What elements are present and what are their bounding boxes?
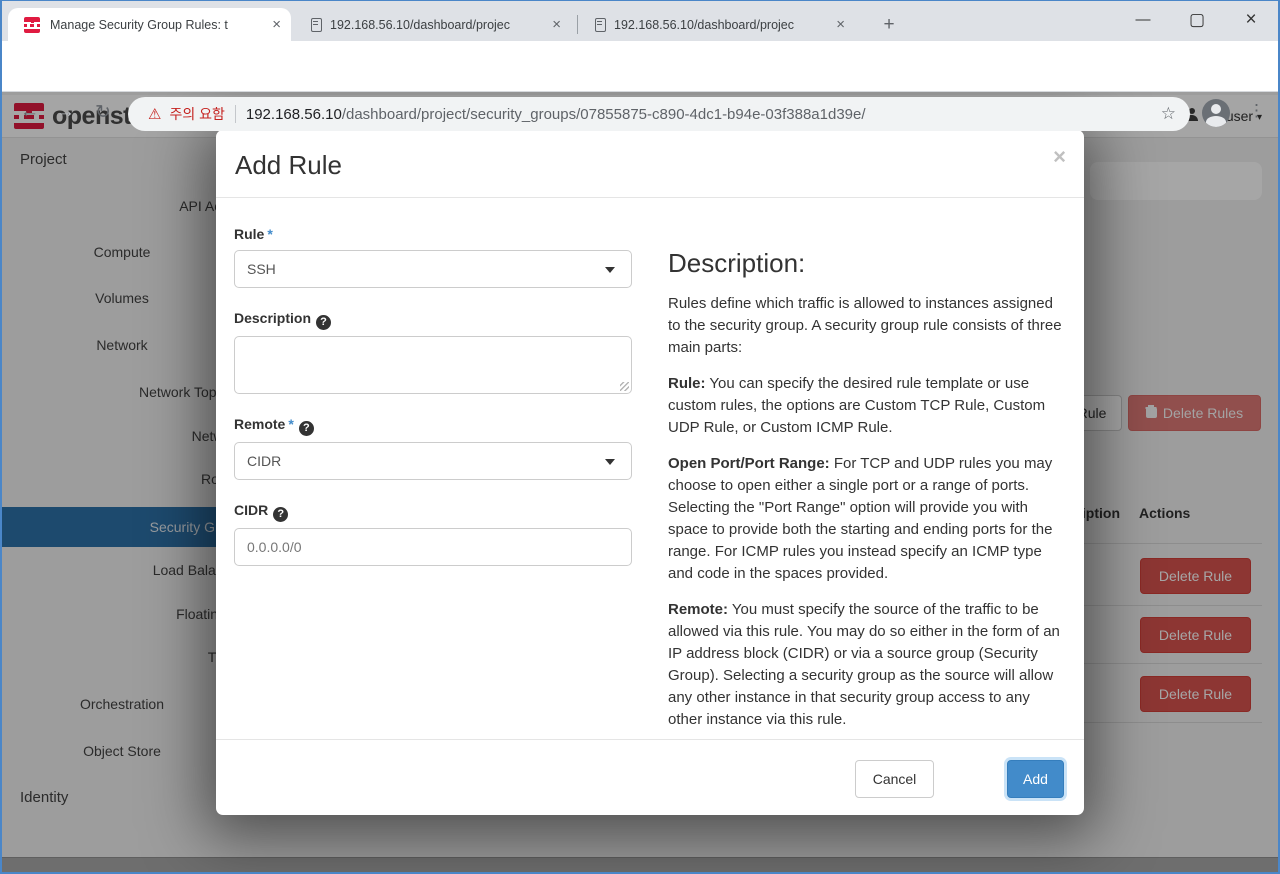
help-heading: Description: xyxy=(668,248,806,278)
help-paragraph: Remote: You must specify the source of t… xyxy=(668,599,1066,731)
browser-menu-icon[interactable]: ⋮ xyxy=(1248,101,1265,121)
paragraph-lead: Rule: xyxy=(668,375,706,392)
page-icon xyxy=(311,17,322,32)
browser-toolbar: ← → ↻ ⚠ 주의 요함 192.168.56.10/dashboard/pr… xyxy=(0,41,1280,131)
rule-select[interactable]: SSH xyxy=(234,250,632,288)
description-label: Description? xyxy=(234,310,632,330)
rule-label: Rule * xyxy=(234,226,632,242)
required-asterisk: * xyxy=(288,416,294,432)
address-separator xyxy=(234,105,236,123)
remote-select-value: CIDR xyxy=(247,453,282,469)
paragraph-text: Rules define which traffic is allowed to… xyxy=(668,295,1062,356)
bookmark-star-icon[interactable]: ☆ xyxy=(1161,104,1176,124)
required-asterisk: * xyxy=(267,226,273,242)
add-rule-form: Rule * SSH Description? Remote *? CIDR CID… xyxy=(234,198,632,566)
forward-icon[interactable]: → xyxy=(56,101,75,123)
rule-label-text: Rule xyxy=(234,226,265,242)
tab-close-icon[interactable]: × xyxy=(552,16,561,33)
add-rule-modal: Add Rule × Rule * SSH Description? Remote… xyxy=(216,130,1084,815)
description-label-text: Description xyxy=(234,310,312,326)
tab-close-icon[interactable]: × xyxy=(272,16,281,33)
paragraph-text: You must specify the source of the traff… xyxy=(668,601,1060,728)
address-bar[interactable]: ⚠ 주의 요함 192.168.56.10/dashboard/project/… xyxy=(128,97,1190,131)
modal-body: Rule * SSH Description? Remote *? CIDR CID… xyxy=(216,198,1084,739)
cidr-label: CIDR? xyxy=(234,502,632,522)
window-minimize-button[interactable]: — xyxy=(1120,6,1166,34)
browser-chrome: Manage Security Group Rules: t × 192.168… xyxy=(0,0,1280,131)
tab-close-icon[interactable]: × xyxy=(836,16,845,33)
help-paragraph: Open Port/Port Range: For TCP and UDP ru… xyxy=(668,453,1066,585)
help-icon[interactable]: ? xyxy=(273,507,289,522)
close-icon[interactable]: × xyxy=(1053,144,1066,170)
cidr-input[interactable] xyxy=(234,528,632,566)
rule-select-value: SSH xyxy=(247,261,276,277)
remote-label-text: Remote xyxy=(234,416,286,432)
profile-avatar[interactable] xyxy=(1202,99,1230,127)
page-icon xyxy=(595,17,606,32)
tab-title: 192.168.56.10/dashboard/projec xyxy=(614,17,795,32)
security-warning-icon[interactable]: ⚠ xyxy=(148,105,161,123)
tab-separator xyxy=(577,15,578,34)
url-host: 192.168.56.10 xyxy=(245,105,342,123)
reload-icon[interactable]: ↻ xyxy=(95,101,111,124)
help-paragraph: Rule: You can specify the desired rule t… xyxy=(668,373,1066,439)
tab-dashboard-project-2[interactable]: 192.168.56.10/dashboard/projec × xyxy=(299,8,571,41)
tab-title: 192.168.56.10/dashboard/projec xyxy=(330,17,511,32)
help-icon[interactable]: ? xyxy=(298,421,314,436)
help-icon[interactable]: ? xyxy=(316,315,332,330)
description-textarea[interactable] xyxy=(234,336,632,394)
remote-label: Remote *? xyxy=(234,416,632,436)
new-tab-button[interactable]: + xyxy=(875,14,903,36)
modal-header: Add Rule × xyxy=(216,130,1084,198)
paragraph-lead: Remote: xyxy=(668,601,729,618)
chevron-down-icon xyxy=(605,459,615,465)
help-paragraph: Rules define which traffic is allowed to… xyxy=(668,293,1066,359)
paragraph-text: You can specify the desired rule templat… xyxy=(668,375,1046,436)
tab-manage-security-group-rules[interactable]: Manage Security Group Rules: t × xyxy=(8,8,291,41)
tab-dashboard-project-3[interactable]: 192.168.56.10/dashboard/projec × xyxy=(583,8,855,41)
help-panel: Description: Rules define which traffic … xyxy=(668,198,1066,731)
paragraph-text: For TCP and UDP rules you may choose to … xyxy=(668,455,1053,582)
modal-footer: Cancel Add xyxy=(216,739,1084,815)
tab-title: Manage Security Group Rules: t xyxy=(50,17,228,32)
url-path: /dashboard/project/security_groups/07855… xyxy=(341,105,866,123)
add-button[interactable]: Add xyxy=(1007,760,1064,798)
resize-grip[interactable] xyxy=(620,382,629,391)
window-maximize-button[interactable]: ▢ xyxy=(1174,6,1220,34)
cancel-button[interactable]: Cancel xyxy=(855,760,934,798)
back-icon[interactable]: ← xyxy=(20,101,39,123)
remote-select[interactable]: CIDR xyxy=(234,442,632,480)
window-close-button[interactable]: × xyxy=(1228,6,1274,34)
url-text: 192.168.56.10/dashboard/project/security… xyxy=(246,106,1153,123)
modal-title: Add Rule xyxy=(235,150,342,180)
chevron-down-icon xyxy=(605,267,615,273)
paragraph-lead: Open Port/Port Range: xyxy=(668,455,830,472)
openstack-favicon-icon xyxy=(24,16,40,33)
cidr-label-text: CIDR xyxy=(234,502,269,518)
security-warning-text[interactable]: 주의 요함 xyxy=(169,104,224,124)
